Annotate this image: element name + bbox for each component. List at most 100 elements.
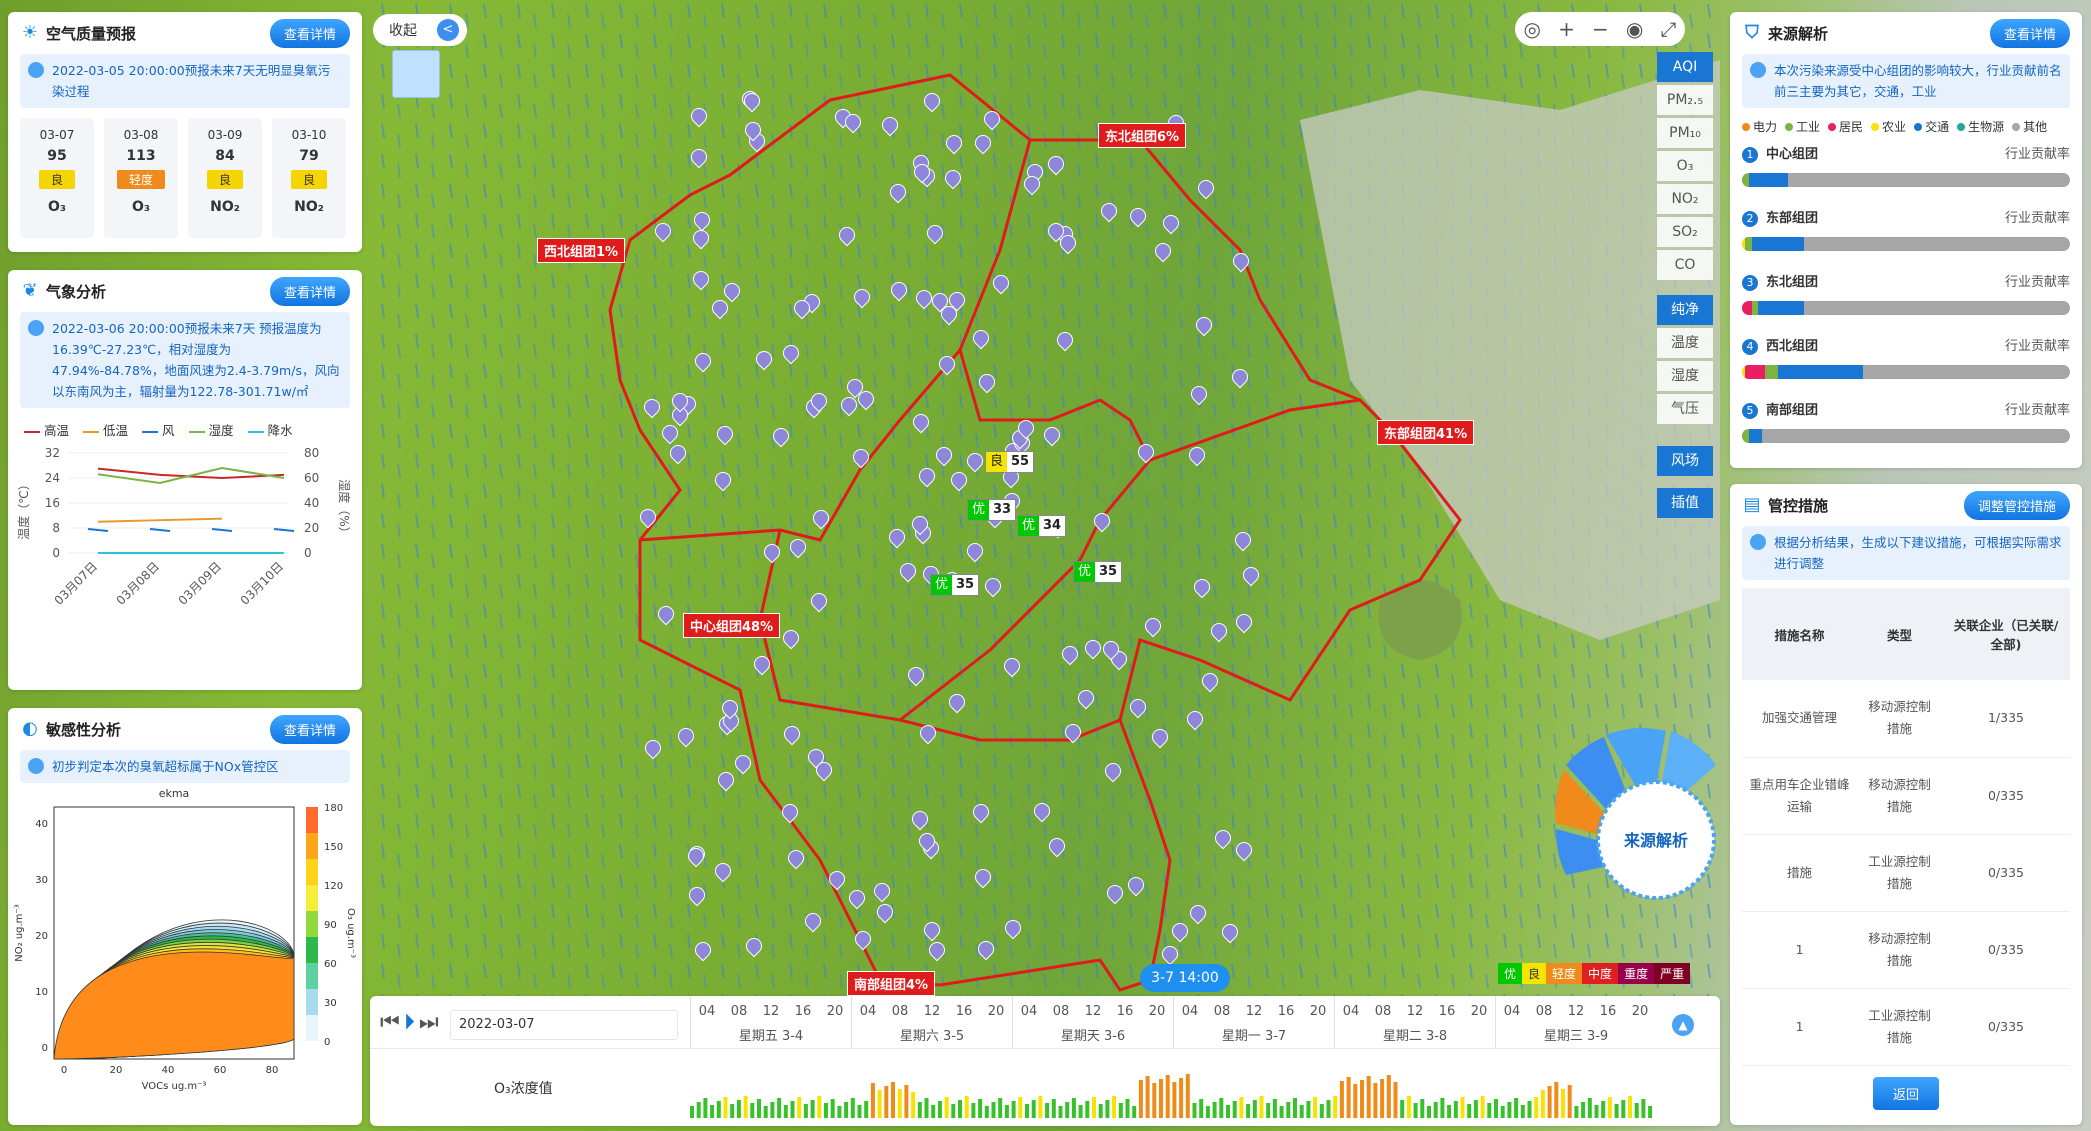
monitor-station-icon[interactable] xyxy=(845,114,859,132)
layer-button-1[interactable]: PM₂.₅ xyxy=(1657,85,1713,115)
monitor-station-icon[interactable] xyxy=(939,356,953,374)
monitor-station-icon[interactable] xyxy=(722,700,736,718)
monitor-station-icon[interactable] xyxy=(662,425,676,443)
region-tag-northwest[interactable]: 西北组团1% xyxy=(537,238,626,263)
monitor-station-icon[interactable] xyxy=(715,863,729,881)
monitor-station-icon[interactable] xyxy=(783,630,797,648)
monitor-station-icon[interactable] xyxy=(993,275,1007,293)
monitor-station-icon[interactable] xyxy=(1172,923,1186,941)
wind-layer-button[interactable]: 风场 xyxy=(1657,446,1713,476)
layer-button-3[interactable]: O₃ xyxy=(1657,151,1713,181)
timeline-day[interactable]: 04 08 12 16 20 星期二 3-8 xyxy=(1334,996,1495,1048)
monitor-station-icon[interactable] xyxy=(1065,724,1079,742)
source-category[interactable]: 工业 xyxy=(1785,118,1820,135)
monitor-station-icon[interactable] xyxy=(891,282,905,300)
monitor-station-icon[interactable] xyxy=(754,656,768,674)
layer-button-4[interactable]: NO₂ xyxy=(1657,184,1713,214)
monitor-station-icon[interactable] xyxy=(1233,253,1247,271)
monitor-station-icon[interactable] xyxy=(841,397,855,415)
source-category[interactable]: 其他 xyxy=(2012,118,2047,135)
monitor-station-icon[interactable] xyxy=(717,426,731,444)
table-row[interactable]: 重点用车企业错峰运输 移动源控制措施 0/335 xyxy=(1742,757,2070,835)
table-row[interactable]: 1 工业源控制措施 0/335 xyxy=(1742,988,2070,1066)
monitor-station-icon[interactable] xyxy=(1189,447,1203,465)
monitor-station-icon[interactable] xyxy=(946,135,960,153)
met-legend-item[interactable]: 降水 xyxy=(247,420,293,439)
met-layer-button-2[interactable]: 湿度 xyxy=(1657,361,1713,391)
prev-icon[interactable]: ⏮ xyxy=(380,1010,400,1035)
monitor-station-icon[interactable] xyxy=(1049,838,1063,856)
monitor-station-icon[interactable] xyxy=(718,772,732,790)
met-layer-button-1[interactable]: 温度 xyxy=(1657,328,1713,358)
monitor-station-icon[interactable] xyxy=(689,887,703,905)
timeline-day[interactable]: 04 08 12 16 20 星期六 3-5 xyxy=(851,996,1012,1048)
monitor-station-icon[interactable] xyxy=(745,122,759,140)
monitor-station-icon[interactable] xyxy=(945,170,959,188)
monitor-station-icon[interactable] xyxy=(967,453,981,471)
met-legend-item[interactable]: 低温 xyxy=(83,420,128,439)
source-row[interactable]: 1 中心组团 行业贡献率 xyxy=(1742,137,2070,201)
monitor-station-icon[interactable] xyxy=(1130,699,1144,717)
monitor-station-icon[interactable] xyxy=(811,393,825,411)
source-category[interactable]: 生物源 xyxy=(1957,118,2004,135)
monitor-station-icon[interactable] xyxy=(1078,690,1092,708)
monitor-station-icon[interactable] xyxy=(949,694,963,712)
monitor-station-icon[interactable] xyxy=(924,93,938,111)
layer-button-6[interactable]: CO xyxy=(1657,250,1713,280)
monitor-station-icon[interactable] xyxy=(1215,830,1229,848)
monitor-station-icon[interactable] xyxy=(847,379,861,397)
monitor-station-icon[interactable] xyxy=(1060,235,1074,253)
monitor-station-icon[interactable] xyxy=(912,516,926,534)
monitor-station-icon[interactable] xyxy=(693,271,707,289)
monitor-station-icon[interactable] xyxy=(855,931,869,949)
monitor-station-icon[interactable] xyxy=(1152,729,1166,747)
monitor-station-icon[interactable] xyxy=(1004,658,1018,676)
monitor-station-icon[interactable] xyxy=(908,667,922,685)
monitor-station-icon[interactable] xyxy=(1034,803,1048,821)
monitor-station-icon[interactable] xyxy=(1211,623,1225,641)
monitor-station-icon[interactable] xyxy=(890,184,904,202)
monitor-station-icon[interactable] xyxy=(811,593,825,611)
monitor-station-icon[interactable] xyxy=(985,578,999,596)
monitor-station-icon[interactable] xyxy=(1187,711,1201,729)
source-row[interactable]: 2 东部组团 行业贡献率 xyxy=(1742,201,2070,265)
monitor-station-icon[interactable] xyxy=(645,740,659,758)
monitor-station-icon[interactable] xyxy=(1191,386,1205,404)
collapse-button[interactable]: 收起 < xyxy=(373,14,467,46)
monitor-station-icon[interactable] xyxy=(691,108,705,126)
zoom-in-icon[interactable]: + xyxy=(1558,17,1575,41)
play-icon[interactable]: ⏵ xyxy=(404,1010,415,1035)
monitor-station-icon[interactable] xyxy=(1107,885,1121,903)
monitor-station-icon[interactable] xyxy=(773,428,787,446)
interp-layer-button[interactable]: 插值 xyxy=(1657,488,1713,518)
source-row[interactable]: 3 东北组团 行业贡献率 xyxy=(1742,265,2070,329)
monitor-station-icon[interactable] xyxy=(1138,444,1152,462)
monitor-station-icon[interactable] xyxy=(1128,877,1142,895)
monitor-station-icon[interactable] xyxy=(882,117,896,135)
monitor-station-icon[interactable] xyxy=(1243,567,1257,585)
monitor-station-icon[interactable] xyxy=(764,544,778,562)
thumbnail-swatch[interactable] xyxy=(392,50,440,98)
monitor-station-icon[interactable] xyxy=(979,374,993,392)
date-input[interactable]: 2022-03-07 xyxy=(450,1010,678,1040)
layer-button-5[interactable]: SO₂ xyxy=(1657,217,1713,247)
aq-details-button[interactable]: 查看详情 xyxy=(269,18,350,48)
monitor-station-icon[interactable] xyxy=(1232,369,1246,387)
monitor-station-icon[interactable] xyxy=(813,510,827,528)
aqi-marker[interactable]: 良 55 xyxy=(985,451,1035,473)
monitor-station-icon[interactable] xyxy=(694,212,708,230)
monitor-station-icon[interactable] xyxy=(724,283,738,301)
monitor-station-icon[interactable] xyxy=(854,289,868,307)
monitor-station-icon[interactable] xyxy=(924,922,938,940)
next-icon[interactable]: ⏭ xyxy=(419,1010,439,1035)
monitor-station-icon[interactable] xyxy=(1236,842,1250,860)
met-legend-item[interactable]: 湿度 xyxy=(188,420,234,439)
source-category[interactable]: 居民 xyxy=(1828,118,1863,135)
forecast-card[interactable]: 03-07 95 良 O₃ xyxy=(20,118,94,238)
globe-icon[interactable]: ◉ xyxy=(1626,17,1643,41)
monitor-station-icon[interactable] xyxy=(941,306,955,324)
timeline-day[interactable]: 04 08 12 16 20 星期五 3-4 xyxy=(690,996,851,1048)
monitor-station-icon[interactable] xyxy=(916,290,930,308)
monitor-station-icon[interactable] xyxy=(695,353,709,371)
monitor-station-icon[interactable] xyxy=(1105,763,1119,781)
